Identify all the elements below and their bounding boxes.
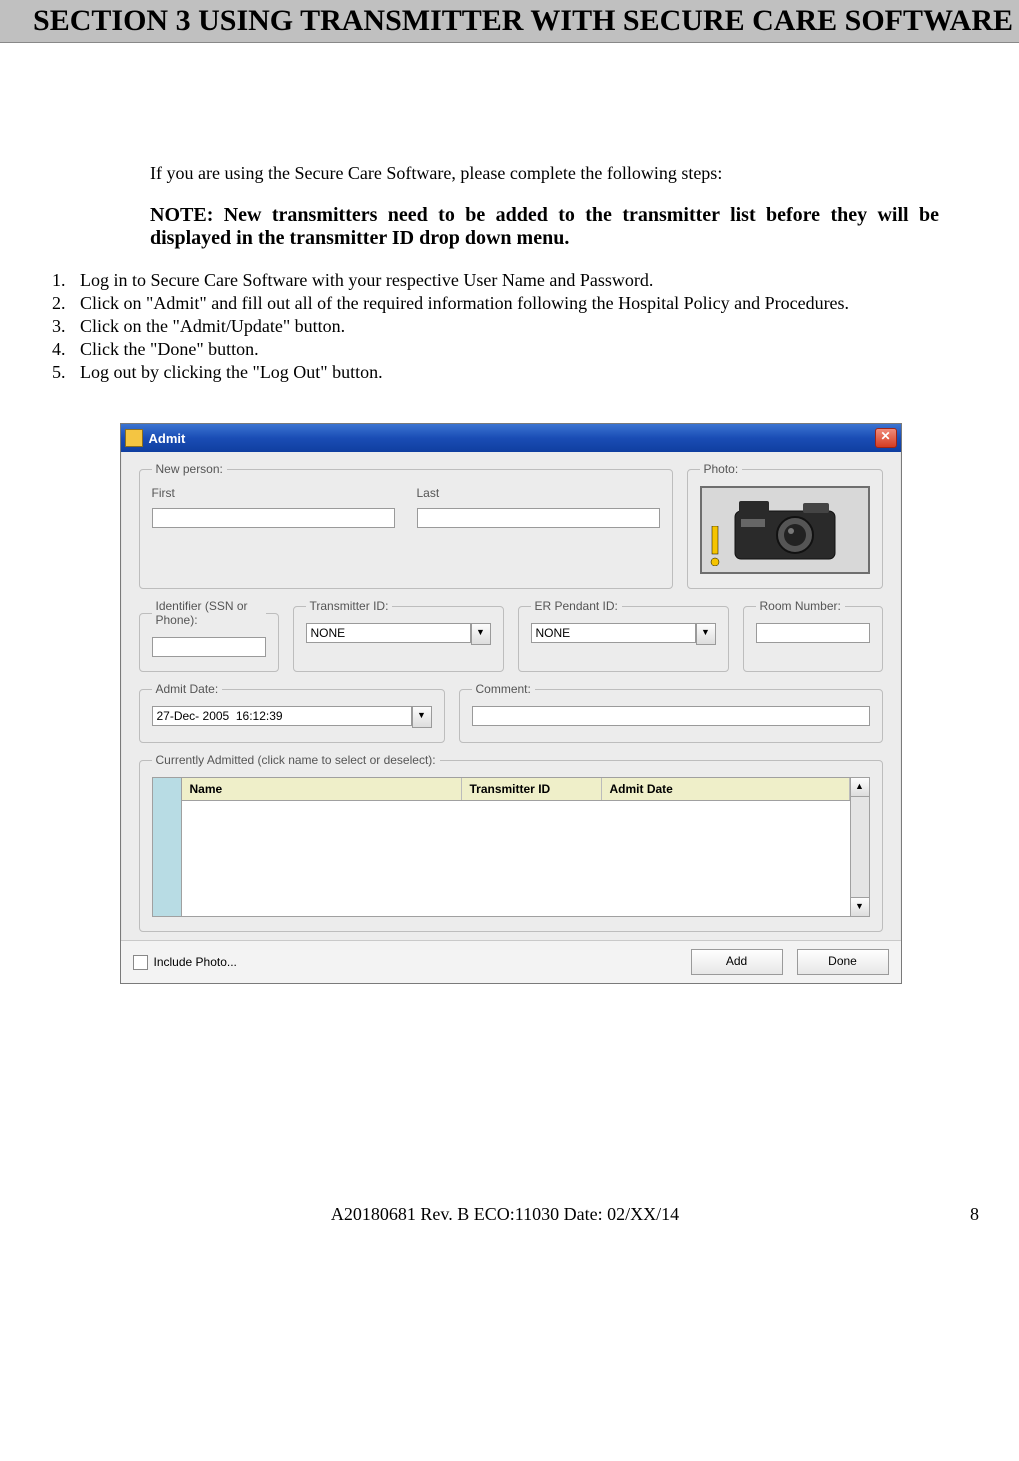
section-header: SECTION 3 USING TRANSMITTER WITH SECURE … (0, 0, 1019, 43)
page-footer: A20180681 Rev. B ECO:11030 Date: 02/XX/1… (0, 1204, 1019, 1225)
comment-legend: Comment: (472, 682, 535, 696)
last-name-input[interactable] (417, 508, 660, 528)
transmitter-id-group: Transmitter ID: ▼ (293, 599, 504, 672)
done-button[interactable]: Done (797, 949, 889, 975)
last-name-label: Last (417, 486, 660, 500)
photo-group: Photo: (687, 462, 883, 589)
admit-date-select[interactable] (152, 706, 412, 726)
list-item: Log in to Secure Care Software with your… (70, 270, 979, 291)
er-pendant-select[interactable] (531, 623, 696, 643)
dialog-title: Admit (149, 431, 875, 446)
chevron-down-icon[interactable]: ▼ (696, 623, 716, 645)
admit-date-group: Admit Date: ▼ (139, 682, 445, 743)
transmitter-id-legend: Transmitter ID: (306, 599, 393, 613)
list-item: Click on "Admit" and fill out all of the… (70, 293, 979, 314)
first-name-input[interactable] (152, 508, 395, 528)
comment-input[interactable] (472, 706, 870, 726)
note-label: NOTE (150, 204, 207, 226)
first-name-label: First (152, 486, 395, 500)
transmitter-id-select[interactable] (306, 623, 471, 643)
new-person-group: New person: First Last (139, 462, 673, 589)
admit-dialog: Admit ✕ New person: First Last (120, 423, 902, 984)
titlebar[interactable]: Admit ✕ (121, 424, 901, 452)
intro-text: If you are using the Secure Care Softwar… (150, 163, 979, 184)
list-item: Click the "Done" button. (70, 339, 979, 360)
column-admit-date[interactable]: Admit Date (602, 778, 850, 800)
chevron-down-icon[interactable]: ▼ (412, 706, 432, 728)
identifier-group: Identifier (SSN or Phone): (139, 599, 279, 672)
list-item: Click on the "Admit/Update" button. (70, 316, 979, 337)
column-transmitter-id[interactable]: Transmitter ID (462, 778, 602, 800)
comment-group: Comment: (459, 682, 883, 743)
note-paragraph: NOTE: New transmitters need to be added … (150, 204, 939, 250)
include-photo-checkbox[interactable] (133, 955, 148, 970)
photo-preview[interactable] (700, 486, 870, 574)
new-person-legend: New person: (152, 462, 227, 476)
steps-list: Log in to Secure Care Software with your… (70, 270, 979, 383)
camera-icon (725, 495, 845, 565)
alert-icon (708, 526, 722, 566)
currently-admitted-group: Currently Admitted (click name to select… (139, 753, 883, 932)
footer-revision: A20180681 Rev. B ECO:11030 Date: 02/XX/1… (40, 1204, 970, 1225)
identifier-legend: Identifier (SSN or Phone): (152, 599, 266, 627)
chevron-down-icon[interactable]: ▼ (471, 623, 491, 645)
chevron-up-icon[interactable]: ▲ (851, 778, 869, 797)
close-icon[interactable]: ✕ (875, 428, 897, 448)
room-number-legend: Room Number: (756, 599, 845, 613)
currently-admitted-legend: Currently Admitted (click name to select… (152, 753, 440, 767)
table-header-row: Name Transmitter ID Admit Date (182, 777, 851, 801)
er-pendant-group: ER Pendant ID: ▼ (518, 599, 729, 672)
chevron-down-icon[interactable]: ▼ (851, 897, 869, 916)
include-photo-label: Include Photo... (154, 955, 237, 969)
column-name[interactable]: Name (182, 778, 462, 800)
list-item: Log out by clicking the "Log Out" button… (70, 362, 979, 383)
admit-date-legend: Admit Date: (152, 682, 223, 696)
table-row-header-gutter (152, 777, 182, 917)
app-icon (125, 429, 143, 447)
table-body[interactable] (182, 801, 851, 917)
room-number-group: Room Number: (743, 599, 883, 672)
photo-legend: Photo: (700, 462, 743, 476)
admitted-table[interactable]: Name Transmitter ID Admit Date ▲ ▼ (152, 777, 870, 917)
vertical-scrollbar[interactable]: ▲ ▼ (851, 777, 870, 917)
room-number-input[interactable] (756, 623, 870, 643)
footer-page-number: 8 (970, 1204, 979, 1225)
er-pendant-legend: ER Pendant ID: (531, 599, 622, 613)
note-text: New transmitters need to be added to the… (150, 204, 939, 249)
identifier-input[interactable] (152, 637, 266, 657)
add-button[interactable]: Add (691, 949, 783, 975)
